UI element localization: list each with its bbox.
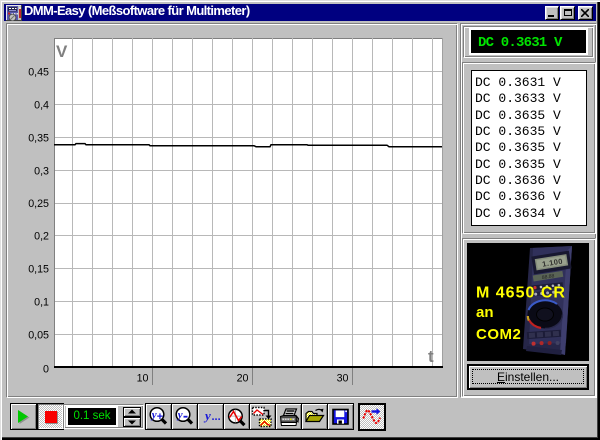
- svg-text:+: +: [157, 411, 163, 423]
- svg-text:y: y: [203, 408, 211, 423]
- svg-text:y: y: [150, 409, 157, 421]
- svg-text:0,4: 0,4: [34, 100, 49, 112]
- svg-text:an: an: [476, 304, 494, 321]
- svg-text:0,15: 0,15: [28, 264, 49, 276]
- svg-text:0,45: 0,45: [28, 67, 49, 79]
- svg-text:V: V: [56, 42, 68, 61]
- svg-text:0,35: 0,35: [28, 133, 49, 145]
- svg-text:0,1: 0,1: [34, 297, 49, 309]
- svg-text:0,3: 0,3: [34, 166, 49, 178]
- svg-text:y: y: [176, 409, 183, 421]
- svg-text:...: ...: [212, 411, 221, 423]
- svg-text:20: 20: [237, 373, 249, 385]
- svg-text:0,2: 0,2: [34, 231, 49, 243]
- svg-text:0,25: 0,25: [28, 198, 49, 210]
- svg-text:t: t: [428, 347, 434, 366]
- svg-text:COM2: COM2: [476, 326, 521, 343]
- svg-text:30: 30: [337, 373, 349, 385]
- svg-text:0: 0: [43, 364, 49, 376]
- svg-text:M 4650 CR: M 4650 CR: [476, 285, 566, 302]
- svg-text:10: 10: [137, 373, 149, 385]
- svg-text:0,05: 0,05: [28, 330, 49, 342]
